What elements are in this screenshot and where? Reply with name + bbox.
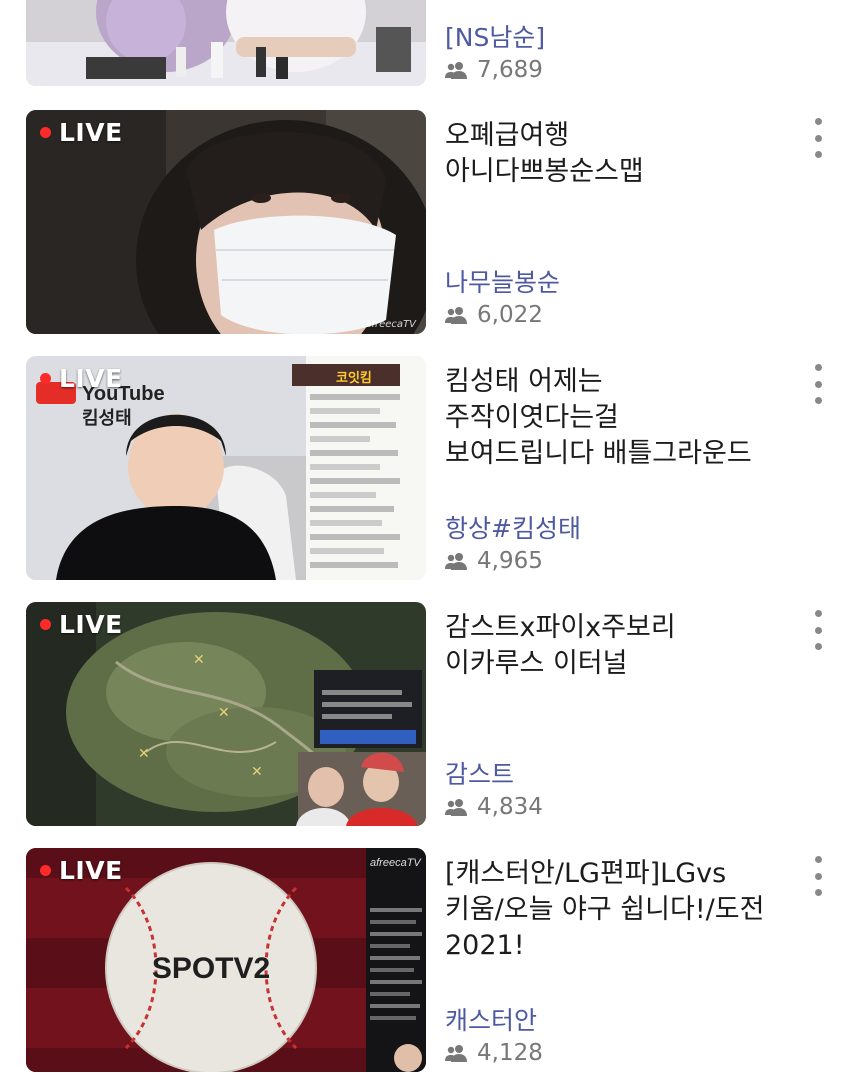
menu-dot — [814, 397, 822, 404]
menu-dot — [814, 364, 822, 371]
title-line: 키움/오늘 야구 쉽니다!/도전 — [445, 894, 765, 925]
menu-dot — [814, 134, 822, 142]
map-marker: ✕ — [193, 652, 205, 668]
live-label: LIVE — [59, 856, 123, 885]
viewer-count-text: 7,689 — [477, 57, 543, 83]
title-line: 오폐급여행 — [445, 120, 570, 151]
live-badge: LIVE — [40, 610, 123, 639]
people-icon — [445, 1045, 467, 1062]
more-vertical-icon[interactable] — [810, 118, 826, 158]
viewer-count-text: 4,834 — [477, 794, 543, 820]
channel-name[interactable]: 감스트 — [445, 755, 514, 791]
thumbnail-image — [26, 0, 426, 86]
menu-dot — [814, 889, 822, 896]
menu-dot — [814, 626, 822, 634]
thumb-banner-text: 코잇킴 — [336, 370, 372, 385]
people-icon — [445, 553, 467, 570]
menu-dot — [814, 856, 822, 863]
viewer-count: 4,128 — [445, 1040, 543, 1066]
stream-title[interactable]: [캐스터안/LG편파]LGvs 키움/오늘 야구 쉽니다!/도전 2021! — [445, 856, 790, 964]
channel-name[interactable]: 캐스터안 — [445, 1001, 537, 1037]
stream-title[interactable]: 오폐급여행 아니다쁘봉순스맵 — [445, 118, 790, 190]
stream-thumbnail[interactable]: YouTube 킴성태 코잇킴 LIVE — [26, 356, 426, 580]
viewer-count-text: 4,128 — [477, 1040, 543, 1066]
title-line: 2021! — [445, 930, 525, 961]
stream-card[interactable]: [NS남순] 7,689 — [0, 0, 850, 100]
stream-title[interactable]: 감스트x파이x주보리 이카루스 이터널 — [445, 610, 790, 682]
live-badge: LIVE — [40, 364, 123, 393]
menu-dot — [814, 643, 822, 650]
channel-name[interactable]: [NS남순] — [445, 18, 545, 54]
live-label: LIVE — [59, 364, 123, 393]
title-line: 주작이엿다는걸 — [445, 402, 619, 433]
channel-name[interactable]: 항상#킴성태 — [445, 509, 581, 545]
stream-card[interactable]: YouTube 킴성태 코잇킴 LIVE 킴성태 어제는 주작이엿다는걸 보여드… — [0, 356, 850, 580]
people-icon — [445, 799, 467, 816]
menu-dot — [814, 610, 822, 617]
title-line: 이카루스 이터널 — [445, 648, 628, 679]
stream-thumbnail[interactable]: ✕ ✕ ✕ ✕ LIVE — [26, 602, 426, 826]
stream-thumbnail[interactable]: SPOTV2 afreecaTV LIVE — [26, 848, 426, 1072]
title-line: 아니다쁘봉순스맵 — [445, 156, 644, 187]
menu-dot — [814, 118, 822, 125]
more-vertical-icon[interactable] — [810, 610, 826, 650]
live-badge: LIVE — [40, 118, 123, 147]
platform-watermark: afreecaTV — [365, 319, 416, 330]
map-marker: ✕ — [251, 764, 263, 780]
more-vertical-icon[interactable] — [810, 856, 826, 896]
menu-dot — [814, 380, 822, 388]
people-icon — [445, 307, 467, 324]
thumb-channel-text: 킴성태 — [82, 408, 132, 428]
stream-thumbnail[interactable] — [26, 0, 426, 86]
menu-dot — [814, 151, 822, 158]
viewer-count: 7,689 — [445, 57, 543, 83]
viewer-count: 4,965 — [445, 548, 543, 574]
live-label: LIVE — [59, 610, 123, 639]
title-line: 보여드립니다 배틀그라운드 — [445, 438, 752, 469]
people-icon — [445, 62, 467, 79]
live-dot-icon — [40, 619, 51, 630]
viewer-count: 6,022 — [445, 302, 543, 328]
live-label: LIVE — [59, 118, 123, 147]
stream-card[interactable]: LIVE afreecaTV 오폐급여행 아니다쁘봉순스맵 나무늘봉순 6,02… — [0, 110, 850, 334]
live-dot-icon — [40, 865, 51, 876]
live-badge: LIVE — [40, 856, 123, 885]
stream-thumbnail[interactable]: LIVE afreecaTV — [26, 110, 426, 334]
thumb-watermark: afreecaTV — [370, 857, 422, 869]
map-marker: ✕ — [218, 705, 230, 721]
channel-name[interactable]: 나무늘봉순 — [445, 263, 560, 299]
viewer-count: 4,834 — [445, 794, 543, 820]
stream-card[interactable]: ✕ ✕ ✕ ✕ LIVE 감스트x파이x주보리 이카루스 이터널 감스트 4,8… — [0, 602, 850, 826]
title-line: [캐스터안/LG편파]LGvs — [445, 858, 727, 889]
stream-title[interactable]: 킴성태 어제는 주작이엿다는걸 보여드립니다 배틀그라운드 — [445, 364, 790, 472]
viewer-count-text: 6,022 — [477, 302, 543, 328]
stream-card[interactable]: SPOTV2 afreecaTV LIVE [캐스터안/LG편파]LGvs 키움… — [0, 848, 850, 1072]
title-line: 킴성태 어제는 — [445, 366, 603, 397]
live-dot-icon — [40, 373, 51, 384]
menu-dot — [814, 872, 822, 880]
viewer-count-text: 4,965 — [477, 548, 543, 574]
more-vertical-icon[interactable] — [810, 364, 826, 404]
title-line: 감스트x파이x주보리 — [445, 612, 676, 643]
map-marker: ✕ — [138, 746, 150, 762]
thumb-spotv-text: SPOTV2 — [152, 952, 270, 985]
live-dot-icon — [40, 127, 51, 138]
